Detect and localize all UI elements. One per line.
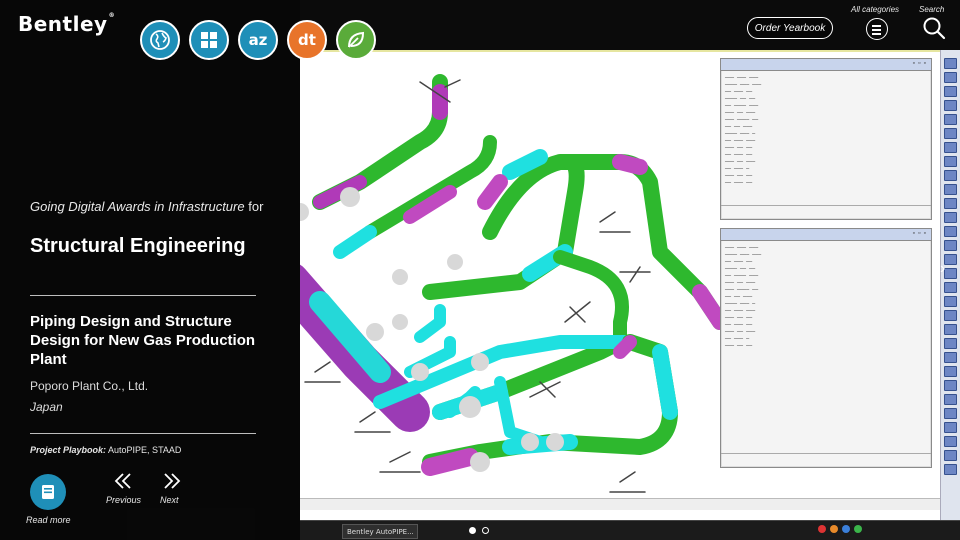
leaf-icon [348, 31, 365, 48]
order-yearbook-button[interactable]: Order Yearbook [747, 17, 833, 39]
grid-icon [201, 32, 217, 48]
award-category: Structural Engineering [30, 235, 246, 257]
leaf-button[interactable] [336, 20, 376, 60]
previous-label[interactable]: Previous [106, 495, 141, 505]
next-label[interactable]: Next [160, 495, 179, 505]
horizontal-scrollbar [300, 498, 940, 510]
result-window-upper: ▫▫▫ ─── ─── ─── ──── ─── ─── ── ─── ── ────… [720, 58, 932, 220]
globe-icon [150, 30, 170, 50]
project-title: Piping Design and Structure Design for N… [30, 313, 256, 368]
double-chevron-left-icon [114, 473, 131, 489]
divider [30, 295, 256, 296]
next-button[interactable] [160, 470, 184, 492]
grid-button[interactable] [189, 20, 229, 60]
bentley-logo[interactable]: Bentley® [18, 12, 115, 36]
read-more-label[interactable]: Read more [26, 515, 71, 525]
search-icon[interactable] [922, 16, 946, 40]
vertical-toolbar [940, 50, 960, 520]
chevron-right-icon[interactable]: › [940, 260, 945, 278]
read-more-button[interactable] [30, 474, 66, 510]
az-index-button[interactable]: az [238, 20, 278, 60]
project-country: Japan [30, 400, 63, 414]
pager-dot-1[interactable] [469, 527, 476, 534]
book-icon [42, 485, 54, 499]
search-label[interactable]: Search [919, 5, 944, 14]
digital-twin-button[interactable]: dt [287, 20, 327, 60]
taskbar-item: Bentley AutoPIPE... [342, 524, 418, 539]
digital-twin-icon: dt [298, 31, 316, 49]
result-window-lower: ▫▫▫ ─── ─── ─── ──── ─── ─── ── ─── ── ────… [720, 228, 932, 468]
double-chevron-right-icon [164, 473, 181, 489]
az-index-icon: az [248, 31, 268, 49]
pager-dot-2[interactable] [482, 527, 489, 534]
previous-button[interactable] [111, 470, 135, 492]
menu-icon[interactable] [866, 18, 888, 40]
divider [30, 433, 256, 434]
company-name: Poporo Plant Co., Ltd. [30, 379, 149, 393]
award-heading: Going Digital Awards in Infrastructure f… [30, 199, 264, 214]
globe-button[interactable] [140, 20, 180, 60]
all-categories-label[interactable]: All categories [851, 5, 899, 14]
project-playbook: Project Playbook: AutoPIPE, STAAD [30, 445, 182, 455]
project-info-panel: Bentley® az dt Going Digital Awards in I… [0, 0, 376, 540]
